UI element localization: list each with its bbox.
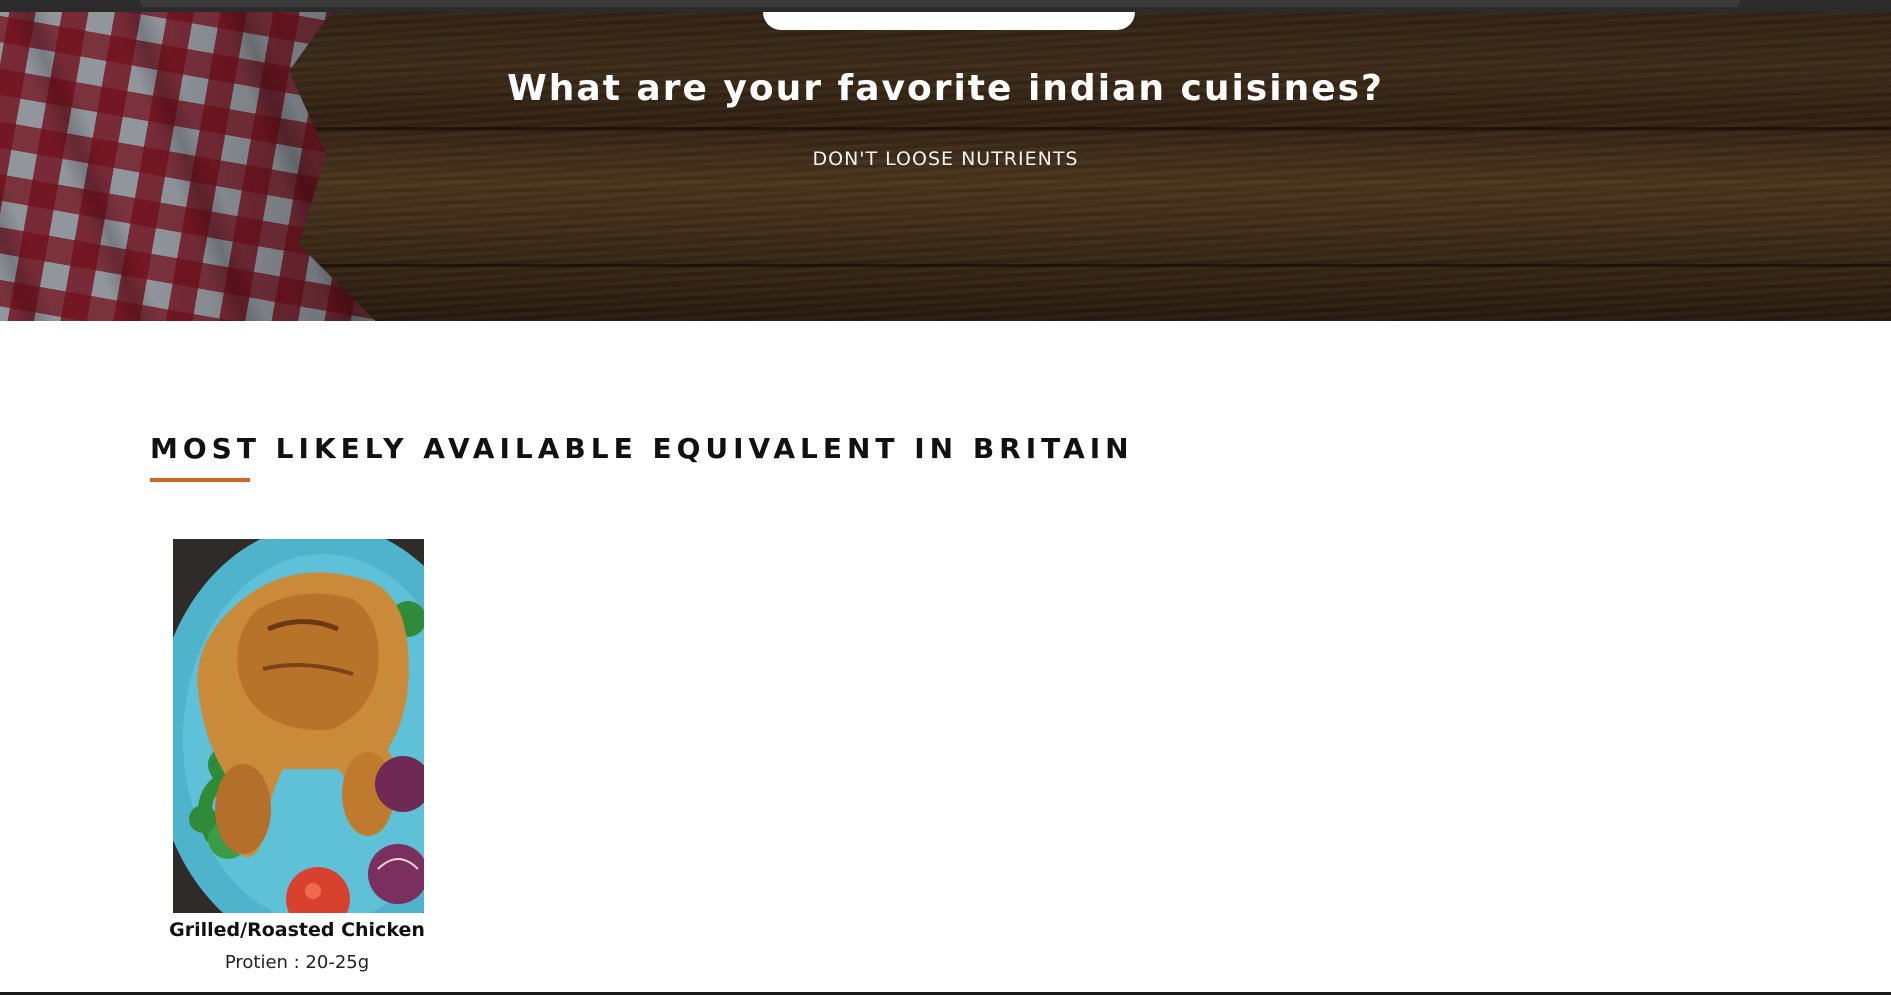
- hero-title: What are your favorite indian cuisines?: [507, 68, 1384, 109]
- page: What are your favorite indian cuisines? …: [0, 0, 1891, 995]
- food-protein: Protien : 20-25g: [224, 952, 370, 973]
- hero-subtitle: DON'T LOOSE NUTRIENTS: [812, 148, 1079, 170]
- roasted-chicken-photo[interactable]: [173, 539, 424, 913]
- section-title-underline: [150, 478, 250, 482]
- hero-banner: What are your favorite indian cuisines? …: [0, 12, 1891, 321]
- top-strip-bar: [140, 0, 1740, 7]
- food-name: Grilled/Roasted Chicken: [169, 919, 425, 941]
- section-title: MOST LIKELY AVAILABLE EQUIVALENT IN BRIT…: [150, 432, 1134, 465]
- chicken-illustration: [173, 539, 424, 913]
- search-pill[interactable]: [763, 12, 1135, 30]
- browser-top-strip: [0, 0, 1891, 12]
